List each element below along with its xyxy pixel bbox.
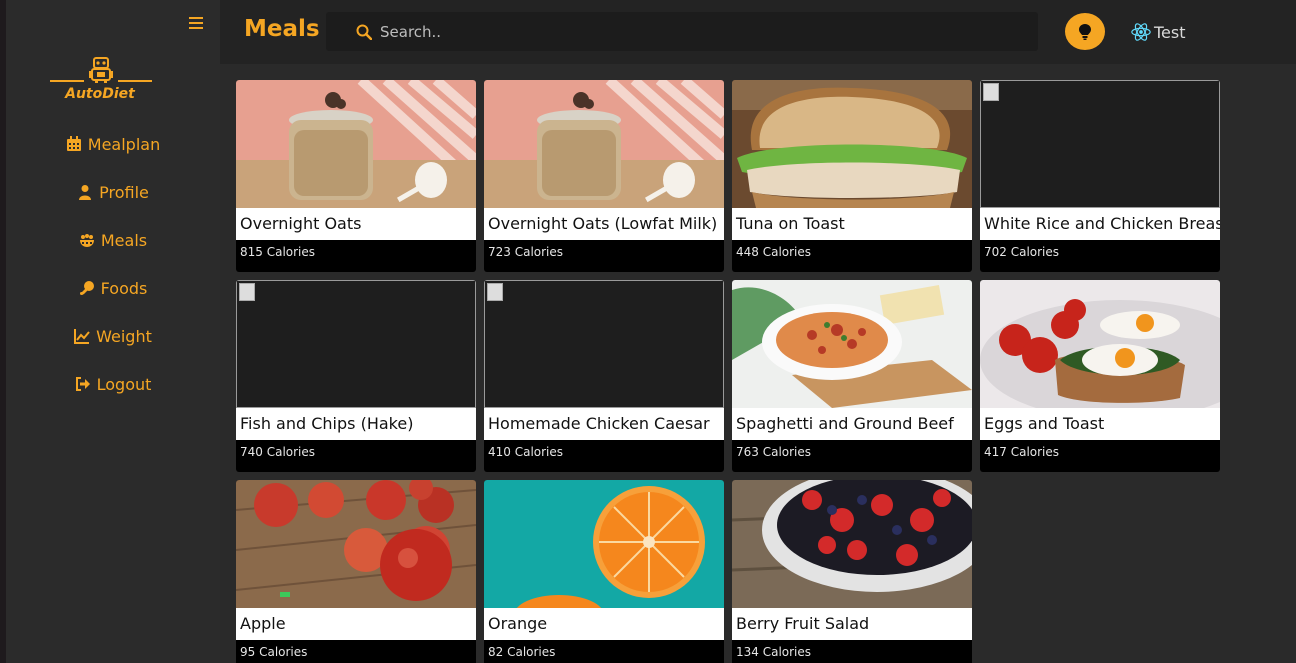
meal-name: Tuna on Toast (732, 208, 972, 240)
broken-image-icon (236, 280, 476, 408)
meal-calories: 723 Calories (488, 245, 564, 259)
meal-card[interactable]: Homemade Chicken Caesar 410 Calories (484, 280, 724, 472)
sidebar-item-weight[interactable]: Weight (6, 321, 220, 351)
meal-card[interactable]: Apple 95 Calories (236, 480, 476, 663)
broken-image-icon (980, 80, 1220, 208)
meal-card[interactable]: Fish and Chips (Hake) 740 Calories (236, 280, 476, 472)
meal-card[interactable]: Berry Fruit Salad 134 Calories (732, 480, 972, 663)
meal-name: Eggs and Toast (980, 408, 1220, 440)
robot-icon (89, 57, 113, 83)
react-icon (1131, 23, 1151, 41)
sidebar-item-foods[interactable]: Foods (6, 273, 220, 303)
calendar-icon (66, 136, 81, 151)
meal-calories: 95 Calories (240, 645, 308, 659)
search-icon (356, 24, 372, 40)
meal-card[interactable]: Overnight Oats 815 Calories (236, 80, 476, 272)
sidebar-item-label: Foods (100, 278, 148, 298)
lightbulb-icon (1079, 23, 1091, 40)
sidebar-item-label: Profile (99, 182, 149, 202)
meal-name: Spaghetti and Ground Beef (732, 408, 972, 440)
meal-card[interactable]: Orange 82 Calories (484, 480, 724, 663)
hamburger-menu-icon[interactable] (189, 17, 203, 29)
meal-calories: 82 Calories (488, 645, 556, 659)
meal-image-oats (484, 80, 724, 208)
meals-icon (79, 234, 94, 247)
page-title: Meals (244, 16, 320, 42)
sidebar: AutoDiet Mealplan Profile Meals Foods We… (6, 0, 220, 663)
search-bar[interactable] (326, 12, 1038, 51)
meal-name: Fish and Chips (Hake) (236, 408, 476, 440)
theme-toggle-button[interactable] (1065, 13, 1105, 50)
logout-icon (75, 377, 90, 391)
sidebar-item-label: Logout (96, 374, 152, 394)
meal-image-sandwich (732, 80, 972, 208)
sidebar-item-label: Weight (96, 326, 152, 346)
meal-calories: 763 Calories (736, 445, 812, 459)
user-icon (79, 185, 92, 200)
logo-line-right (118, 80, 152, 82)
meal-image-apples (236, 480, 476, 608)
meal-card[interactable]: Overnight Oats (Lowfat Milk) 723 Calorie… (484, 80, 724, 272)
meal-calories: 410 Calories (488, 445, 564, 459)
logo-text: AutoDiet (65, 86, 135, 102)
meal-image-berries (732, 480, 972, 608)
search-input[interactable] (380, 22, 980, 41)
meal-card[interactable]: Spaghetti and Ground Beef 763 Calories (732, 280, 972, 472)
meal-calories: 417 Calories (984, 445, 1060, 459)
app-logo[interactable]: AutoDiet (50, 56, 152, 106)
sidebar-item-label: Meals (100, 230, 148, 250)
meal-calories: 448 Calories (736, 245, 812, 259)
sidebar-item-label: Mealplan (87, 134, 161, 154)
meal-name: Apple (236, 608, 476, 640)
sidebar-item-profile[interactable]: Profile (6, 177, 220, 207)
drumstick-icon (79, 281, 94, 295)
meal-calories: 702 Calories (984, 245, 1060, 259)
user-name: Test (1154, 22, 1186, 42)
meal-image-eggs (980, 280, 1220, 408)
meal-card[interactable]: Eggs and Toast 417 Calories (980, 280, 1220, 472)
meal-name: Homemade Chicken Caesar (484, 408, 724, 440)
meal-image-spaghetti (732, 280, 972, 408)
meal-card[interactable]: Tuna on Toast 448 Calories (732, 80, 972, 272)
meal-name: Orange (484, 608, 724, 640)
sidebar-item-meals[interactable]: Meals (6, 225, 220, 255)
sidebar-item-logout[interactable]: Logout (6, 369, 220, 399)
meal-image-orange (484, 480, 724, 608)
meal-card[interactable]: White Rice and Chicken Breast 702 Calori… (980, 80, 1220, 272)
meal-calories: 740 Calories (240, 445, 316, 459)
user-menu[interactable]: Test (1130, 21, 1186, 43)
chart-line-icon (74, 329, 90, 344)
meal-name: White Rice and Chicken Breast (980, 208, 1220, 240)
meal-image-oats (236, 80, 476, 208)
logo-line-left (50, 80, 84, 82)
sidebar-item-mealplan[interactable]: Mealplan (6, 129, 220, 159)
meal-name: Overnight Oats (236, 208, 476, 240)
meal-calories: 815 Calories (240, 245, 316, 259)
broken-image-icon (484, 280, 724, 408)
meal-name: Overnight Oats (Lowfat Milk) (484, 208, 724, 240)
meal-calories: 134 Calories (736, 645, 812, 659)
meal-name: Berry Fruit Salad (732, 608, 972, 640)
